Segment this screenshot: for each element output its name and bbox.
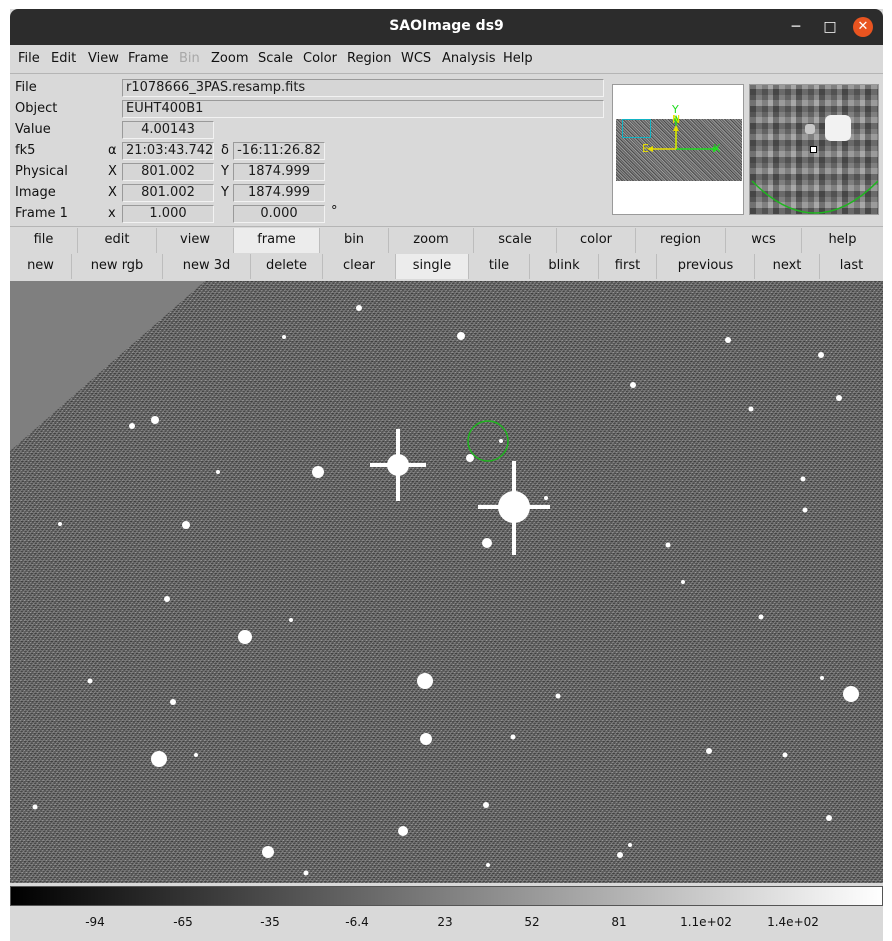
window-title: SAOImage ds9 xyxy=(389,18,504,34)
frame-first-button[interactable]: first xyxy=(599,254,657,279)
object-label: Object xyxy=(15,101,58,116)
bbar-edit[interactable]: edit xyxy=(78,228,157,253)
physical-label: Physical xyxy=(15,164,68,179)
menu-wcs[interactable]: WCS xyxy=(401,51,431,66)
file-value: r1078666_3PAS.resamp.fits xyxy=(122,79,604,97)
menu-file[interactable]: File xyxy=(18,51,40,66)
image-y-value: 1874.999 xyxy=(233,184,325,202)
star-field xyxy=(32,305,859,876)
compass-north-label: N xyxy=(672,113,681,126)
physical-y-label: Y xyxy=(221,164,229,179)
bbar-region[interactable]: region xyxy=(636,228,726,253)
bbar-view[interactable]: view xyxy=(157,228,234,253)
dec-value: -16:11:26.82 xyxy=(233,142,325,160)
frame-tile-button[interactable]: tile xyxy=(469,254,530,279)
bbar-bin[interactable]: bin xyxy=(320,228,389,253)
frame-next-button[interactable]: next xyxy=(755,254,820,279)
image-x-label: X xyxy=(108,185,117,200)
frame-new-3d-button[interactable]: new 3d xyxy=(163,254,251,279)
bbar-zoom[interactable]: zoom xyxy=(389,228,474,253)
menu-frame[interactable]: Frame xyxy=(128,51,169,66)
pixel-value: 4.00143 xyxy=(122,121,214,139)
button-bar-frame: new new rgb new 3d delete clear single t… xyxy=(10,254,883,279)
frame-zoom-value: 1.000 xyxy=(122,205,214,223)
frame-previous-button[interactable]: previous xyxy=(657,254,755,279)
image-label: Image xyxy=(15,185,56,200)
colorbar-tick-label: 23 xyxy=(437,915,453,929)
frame-clear-button[interactable]: clear xyxy=(323,254,396,279)
bbar-wcs[interactable]: wcs xyxy=(726,228,802,253)
colorbar-tick-label: -65 xyxy=(173,915,193,929)
fk5-label: fk5 xyxy=(15,143,36,158)
magnified-region-arc-icon xyxy=(751,180,878,214)
frame-new-button[interactable]: new xyxy=(10,254,72,279)
bbar-file[interactable]: file xyxy=(10,228,78,253)
menu-color[interactable]: Color xyxy=(303,51,337,66)
image-y-label: Y xyxy=(221,185,229,200)
maximize-button[interactable]: □ xyxy=(820,17,840,37)
compass-axis-x-label: X xyxy=(713,142,721,155)
menu-bin: Bin xyxy=(179,51,200,66)
bbar-help[interactable]: help xyxy=(802,228,883,253)
bbar-scale[interactable]: scale xyxy=(474,228,557,253)
panner[interactable]: Y N E X xyxy=(612,84,744,215)
bbar-frame[interactable]: frame xyxy=(234,228,320,253)
menu-zoom[interactable]: Zoom xyxy=(211,51,248,66)
minimize-button[interactable]: ─ xyxy=(786,17,806,37)
file-label: File xyxy=(15,80,37,95)
colorbar-tick-label: -94 xyxy=(85,915,105,929)
close-button[interactable]: ✕ xyxy=(853,17,873,37)
button-bar-main: file edit view frame bin zoom scale colo… xyxy=(10,228,883,253)
panel-separator xyxy=(10,226,883,227)
colorbar-tick-label: 1.4e+02 xyxy=(767,915,819,929)
colorbar-tick-label: 52 xyxy=(524,915,540,929)
frame-delete-button[interactable]: delete xyxy=(251,254,323,279)
info-panel: File r1078666_3PAS.resamp.fits Object EU… xyxy=(10,75,610,225)
compass-east-label: E xyxy=(642,142,649,155)
object-value: EUHT400B1 xyxy=(122,100,604,118)
physical-x-value: 801.002 xyxy=(122,163,214,181)
alpha-symbol: α xyxy=(108,143,117,158)
delta-symbol: δ xyxy=(221,143,229,158)
title-bar[interactable]: SAOImage ds9 ─ □ ✕ xyxy=(10,9,883,45)
ra-value: 21:03:43.742 xyxy=(122,142,214,160)
colorbar-tick-label: 1.1e+02 xyxy=(680,915,732,929)
menu-scale[interactable]: Scale xyxy=(258,51,293,66)
frame-blink-button[interactable]: blink xyxy=(530,254,599,279)
degree-symbol: ° xyxy=(331,204,338,219)
menu-view[interactable]: View xyxy=(88,51,119,66)
physical-x-label: X xyxy=(108,164,117,179)
ds9-window: SAOImage ds9 ─ □ ✕ File Edit View Frame … xyxy=(10,9,883,941)
physical-y-value: 1874.999 xyxy=(233,163,325,181)
menu-separator xyxy=(10,73,883,74)
frame-last-button[interactable]: last xyxy=(820,254,883,279)
colorbar[interactable] xyxy=(10,886,883,906)
frame-single-button[interactable]: single xyxy=(396,254,469,279)
frame-x-label: x xyxy=(108,206,116,221)
frame-angle-value: 0.000 xyxy=(233,205,325,223)
menu-edit[interactable]: Edit xyxy=(51,51,76,66)
frame-label: Frame 1 xyxy=(15,206,68,221)
bbar-color[interactable]: color xyxy=(557,228,636,253)
frame-new-rgb-button[interactable]: new rgb xyxy=(72,254,163,279)
image-x-value: 801.002 xyxy=(122,184,214,202)
image-canvas[interactable] xyxy=(10,281,883,883)
menu-bar: File Edit View Frame Bin Zoom Scale Colo… xyxy=(10,47,883,73)
colorbar-tick-label: -35 xyxy=(260,915,280,929)
magnifier xyxy=(749,84,879,215)
colorbar-tick-label: 81 xyxy=(611,915,627,929)
menu-help[interactable]: Help xyxy=(503,51,533,66)
menu-analysis[interactable]: Analysis xyxy=(442,51,496,66)
menu-region[interactable]: Region xyxy=(347,51,392,66)
colorbar-tick-label: -6.4 xyxy=(345,915,369,929)
value-label: Value xyxy=(15,122,51,137)
